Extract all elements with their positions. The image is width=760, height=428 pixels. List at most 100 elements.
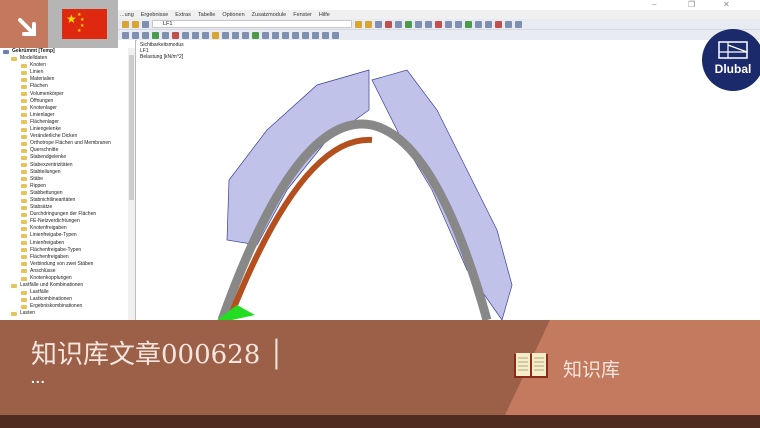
menu-item[interactable]: Optionen [222,12,244,18]
tool-icon[interactable] [495,20,502,28]
minimize-button[interactable]: – [652,0,656,9]
tool-icon[interactable] [182,31,189,39]
tree-item[interactable]: Öffnungen [3,98,128,105]
tree-item[interactable]: Knoten [3,62,128,69]
tree-item[interactable]: Linienlager [3,112,128,119]
tool-icon[interactable] [332,31,339,39]
tool-icon[interactable] [355,20,362,28]
tree-item[interactable]: Linien [3,69,128,76]
scrollbar-thumb[interactable] [129,55,134,200]
tree-item[interactable]: Stabnichtlinearitäten [3,197,128,204]
tree-item[interactable]: Materialien [3,76,128,83]
loadcase-select[interactable]: LF1 [152,20,352,28]
tool-icon[interactable] [142,31,149,39]
tool-icon[interactable] [262,31,269,39]
tree-item[interactable]: Flächenfreigabe-Typen [3,247,128,254]
tool-icon[interactable] [485,20,492,28]
tool-icon[interactable] [282,31,289,39]
tool-icon[interactable] [172,31,179,39]
menu-item[interactable]: Tabelle [198,12,215,18]
tree-root[interactable]: Gekrümmt [Temp] [3,48,128,55]
tool-icon[interactable] [142,20,149,28]
tool-icon[interactable] [435,20,442,28]
menu-item[interactable]: Fenster [293,12,312,18]
tool-icon[interactable] [475,20,482,28]
tree-item[interactable]: FE-Netzverdichtungen [3,218,128,225]
menu-item[interactable]: ...ung [120,12,134,18]
tree-item[interactable]: Veränderliche Dicken [3,133,128,140]
folder-icon [21,63,27,68]
tool-icon[interactable] [122,20,129,28]
tree-item[interactable]: Flächenfreigaben [3,254,128,261]
tree-item[interactable]: Modelldaten [3,55,128,62]
tool-icon[interactable] [152,31,159,39]
tool-icon[interactable] [162,31,169,39]
tool-icon[interactable] [365,20,372,28]
tool-icon[interactable] [375,20,382,28]
tool-icon[interactable] [385,20,392,28]
tree-item[interactable]: Volumenkörper [3,91,128,98]
tree-item[interactable]: Stabendgelenke [3,154,128,161]
tool-icon[interactable] [405,20,412,28]
tool-icon[interactable] [302,31,309,39]
tree-item[interactable]: Flächen [3,83,128,90]
tree-item[interactable]: Stäbe [3,176,128,183]
maximize-button[interactable]: ❐ [688,0,695,9]
tool-icon[interactable] [192,31,199,39]
tool-icon[interactable] [232,31,239,39]
more-indicator[interactable]: ... [31,370,46,386]
tree-item[interactable]: Stabbettungen [3,190,128,197]
tool-icon[interactable] [292,31,299,39]
tool-icon[interactable] [445,20,452,28]
tool-icon[interactable] [312,31,319,39]
3d-viewport[interactable] [137,40,760,322]
tool-icon[interactable] [122,31,129,39]
menu-item[interactable]: Extras [175,12,191,18]
tree-item[interactable]: Verbindung von zwei Stäben [3,261,128,268]
tree-label: Flächenfreigabe-Typen [30,246,82,253]
tool-icon[interactable] [455,20,462,28]
tree-item[interactable]: Lastfälle [3,289,128,296]
tree-item[interactable]: Stabteilungen [3,169,128,176]
tree-item[interactable]: Anschlüsse [3,268,128,275]
tool-icon[interactable] [272,31,279,39]
tree-item[interactable]: Stabsätze [3,204,128,211]
arrow-down-right-icon [18,18,36,36]
tree-item[interactable]: Lastfälle und Kombinationen [3,282,128,289]
tool-icon[interactable] [242,31,249,39]
tree-item[interactable]: Flächenlager [3,119,128,126]
tree-item[interactable]: Knotenkopplungen [3,275,128,282]
tool-icon[interactable] [415,20,422,28]
tree-item[interactable]: Durchdringungen der Flächen [3,211,128,218]
tool-icon[interactable] [395,20,402,28]
tool-icon[interactable] [202,31,209,39]
tree-item[interactable]: Liniengelenke [3,126,128,133]
menu-item[interactable]: Zusatzmodule [252,12,287,18]
tool-icon[interactable] [465,20,472,28]
tree-item[interactable]: Knotenlager [3,105,128,112]
tree-item[interactable]: Linienfreigabe-Typen [3,232,128,239]
tree-item[interactable]: Knotenfreigaben [3,225,128,232]
tool-icon[interactable] [322,31,329,39]
tool-icon[interactable] [222,31,229,39]
tool-icon[interactable] [132,20,139,28]
project-icon [3,49,9,54]
tree-item[interactable]: Ergebniskombinationen [3,303,128,310]
tool-icon[interactable] [132,31,139,39]
tree-item[interactable]: Lasten [3,310,128,317]
close-button[interactable]: ✕ [723,0,730,9]
tool-icon[interactable] [505,20,512,28]
tree-item[interactable]: Lastkombinationen [3,296,128,303]
tool-icon[interactable] [252,31,259,39]
tool-icon[interactable] [212,31,219,39]
tool-icon[interactable] [425,20,432,28]
menu-item[interactable]: Ergebnisse [141,12,169,18]
tree-item[interactable]: Querschnitte [3,147,128,154]
menu-item[interactable]: Hilfe [319,12,330,18]
tree-item[interactable]: Linienfreigaben [3,240,128,247]
category-label[interactable]: 知识库 [563,355,620,382]
tree-item[interactable]: Stabexzentrizitäten [3,162,128,169]
tree-item[interactable]: Rippen [3,183,128,190]
tree-item[interactable]: Orthotrope Flächen und Membranen [3,140,128,147]
tool-icon[interactable] [515,20,522,28]
